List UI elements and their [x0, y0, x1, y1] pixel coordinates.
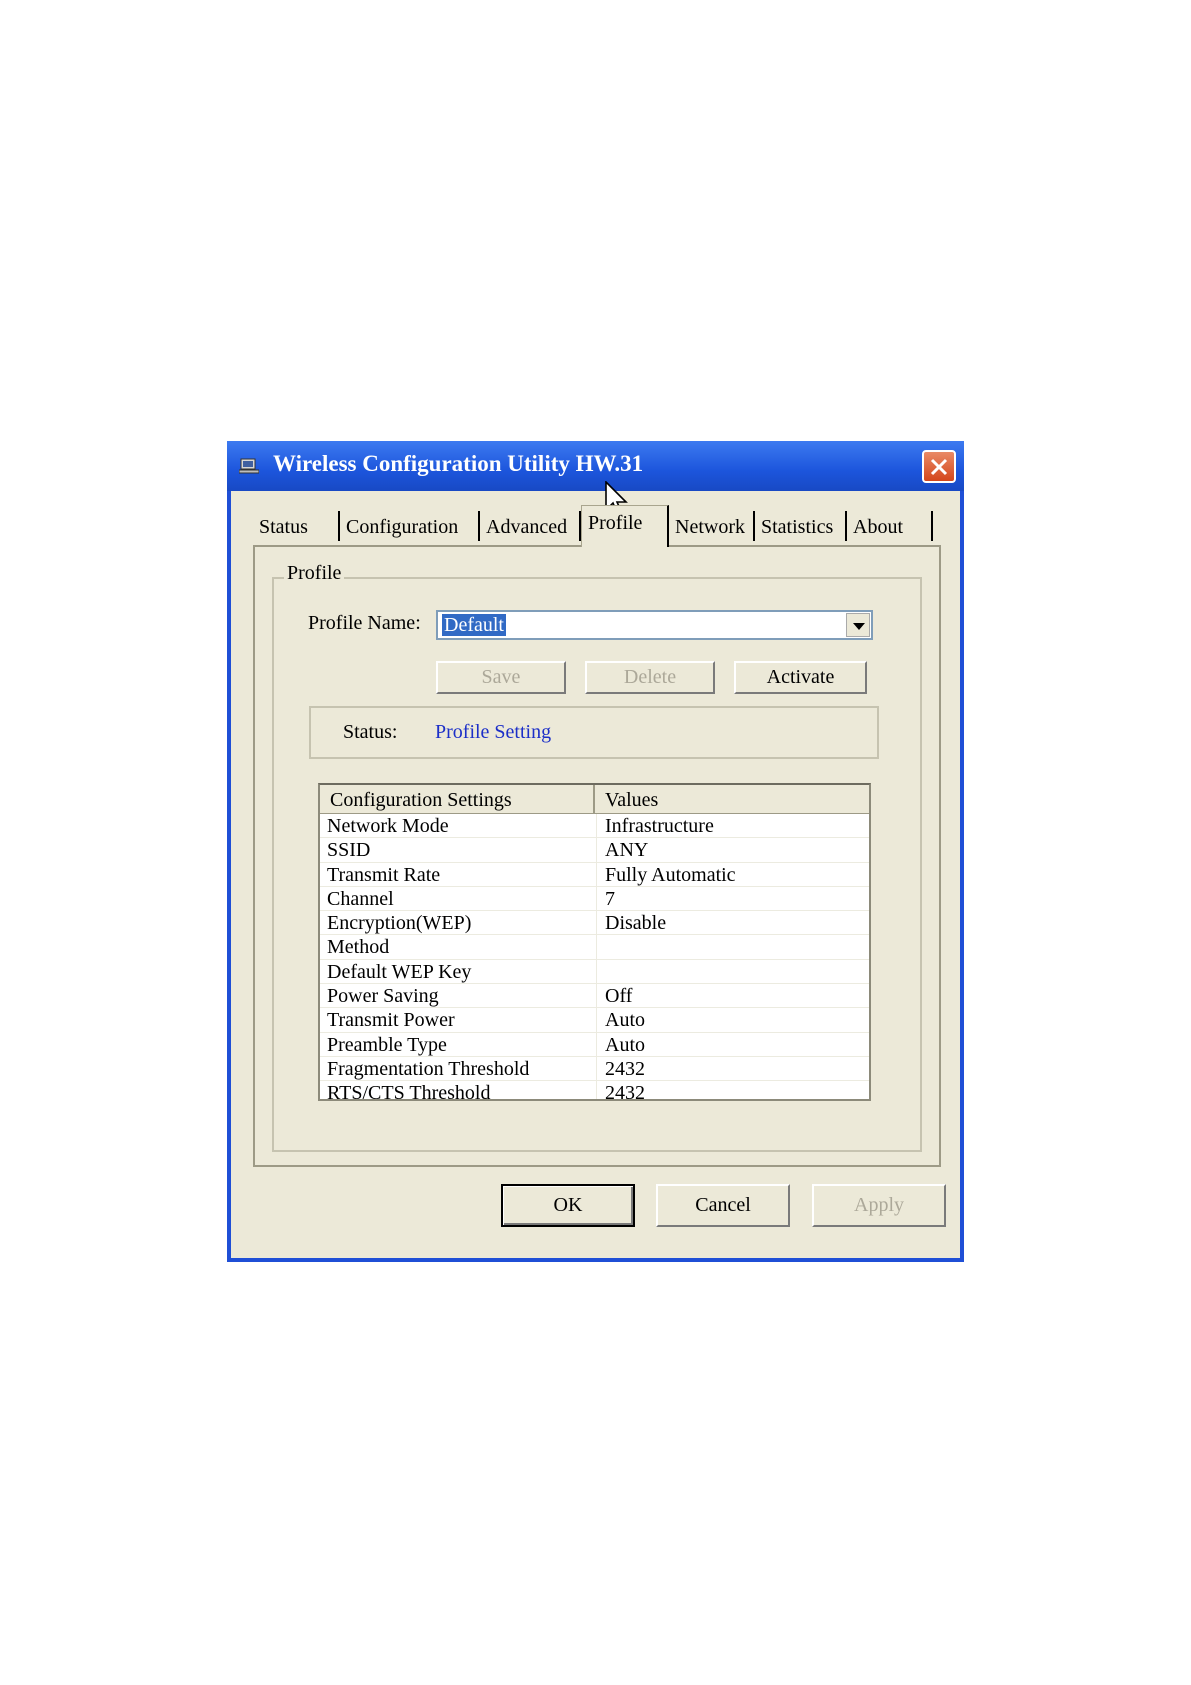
- cancel-button[interactable]: Cancel: [656, 1184, 790, 1227]
- setting-name: Fragmentation Threshold: [327, 1057, 530, 1080]
- setting-value: 7: [605, 887, 615, 910]
- setting-name: RTS/CTS Threshold: [327, 1082, 491, 1101]
- table-row[interactable]: SSID ANY: [320, 838, 869, 863]
- table-row[interactable]: Preamble Type Auto: [320, 1033, 869, 1057]
- title-bar[interactable]: Wireless Configuration Utility HW.31: [227, 441, 964, 491]
- tab-statistics[interactable]: Statistics: [755, 511, 847, 541]
- table-row[interactable]: Transmit Rate Fully Automatic: [320, 863, 869, 887]
- list-rows: Network Mode Infrastructure SSID ANY Trans…: [320, 814, 869, 1101]
- apply-button[interactable]: Apply: [812, 1184, 946, 1227]
- table-row[interactable]: Fragmentation Threshold 2432: [320, 1057, 869, 1082]
- list-header: Configuration Settings Values: [320, 785, 869, 814]
- setting-value: Disable: [605, 912, 667, 935]
- setting-value: Auto: [605, 1009, 645, 1032]
- column-header-values[interactable]: Values: [597, 785, 658, 813]
- setting-name: Transmit Rate: [327, 863, 441, 886]
- profile-name-combobox[interactable]: Default: [436, 610, 873, 640]
- dialog-client-area: Status Configuration Advanced Profile Ne…: [231, 491, 960, 1258]
- table-row[interactable]: RTS/CTS Threshold 2432: [320, 1081, 869, 1101]
- setting-name: Encryption(WEP): [327, 912, 472, 935]
- setting-value: Off: [605, 985, 633, 1008]
- table-row[interactable]: Method: [320, 935, 869, 960]
- status-label: Status:: [343, 721, 398, 743]
- setting-name: Channel: [327, 887, 394, 910]
- profile-name-label: Profile Name:: [308, 612, 421, 634]
- profile-groupbox: Profile Profile Name: Default Save Delet…: [272, 562, 922, 1152]
- tab-advanced[interactable]: Advanced: [480, 511, 581, 541]
- table-row[interactable]: Encryption(WEP) Disable: [320, 911, 869, 936]
- setting-name: Transmit Power: [327, 1009, 455, 1032]
- configuration-settings-list[interactable]: Configuration Settings Values Network Mo…: [318, 783, 871, 1101]
- tab-status[interactable]: Status: [253, 511, 340, 541]
- setting-value: ANY: [605, 839, 649, 862]
- table-row[interactable]: Default WEP Key: [320, 960, 869, 985]
- dropdown-arrow-button[interactable]: [846, 613, 870, 637]
- tab-about[interactable]: About: [847, 511, 933, 541]
- status-box: Status: Profile Setting: [309, 706, 879, 759]
- table-row[interactable]: Network Mode Infrastructure: [320, 814, 869, 839]
- close-icon: [930, 458, 948, 476]
- profile-group-title: Profile: [284, 562, 345, 585]
- setting-name: Network Mode: [327, 815, 449, 837]
- setting-name: Method: [327, 936, 390, 959]
- tab-profile[interactable]: Profile: [581, 505, 669, 547]
- chevron-down-icon: [853, 623, 865, 630]
- activate-button[interactable]: Activate: [734, 661, 867, 694]
- setting-name: Preamble Type: [327, 1033, 447, 1056]
- tab-network[interactable]: Network: [669, 511, 755, 541]
- setting-value: Auto: [605, 1033, 645, 1056]
- status-value: Profile Setting: [435, 721, 552, 743]
- table-row[interactable]: Transmit Power Auto: [320, 1008, 869, 1033]
- profile-tab-panel: Profile Profile Name: Default Save Delet…: [253, 545, 941, 1167]
- delete-button[interactable]: Delete: [585, 661, 715, 694]
- setting-name: SSID: [327, 839, 371, 862]
- profile-name-value[interactable]: Default: [442, 614, 506, 636]
- setting-value: Infrastructure: [605, 815, 714, 837]
- window-title: Wireless Configuration Utility HW.31: [273, 451, 644, 476]
- column-header-settings[interactable]: Configuration Settings: [320, 785, 595, 813]
- save-button[interactable]: Save: [436, 661, 566, 694]
- setting-name: Power Saving: [327, 985, 439, 1008]
- network-computer-icon: [239, 458, 259, 474]
- ok-button[interactable]: OK: [501, 1184, 635, 1227]
- close-button[interactable]: [922, 450, 956, 483]
- tab-configuration[interactable]: Configuration: [340, 511, 480, 541]
- dialog-window: Wireless Configuration Utility HW.31 Sta…: [227, 441, 964, 1262]
- table-row[interactable]: Channel 7: [320, 887, 869, 912]
- table-row[interactable]: Power Saving Off: [320, 984, 869, 1009]
- setting-value: Fully Automatic: [605, 863, 736, 886]
- setting-value: 2432: [605, 1082, 645, 1101]
- setting-name: Default WEP Key: [327, 960, 472, 983]
- setting-value: 2432: [605, 1057, 645, 1080]
